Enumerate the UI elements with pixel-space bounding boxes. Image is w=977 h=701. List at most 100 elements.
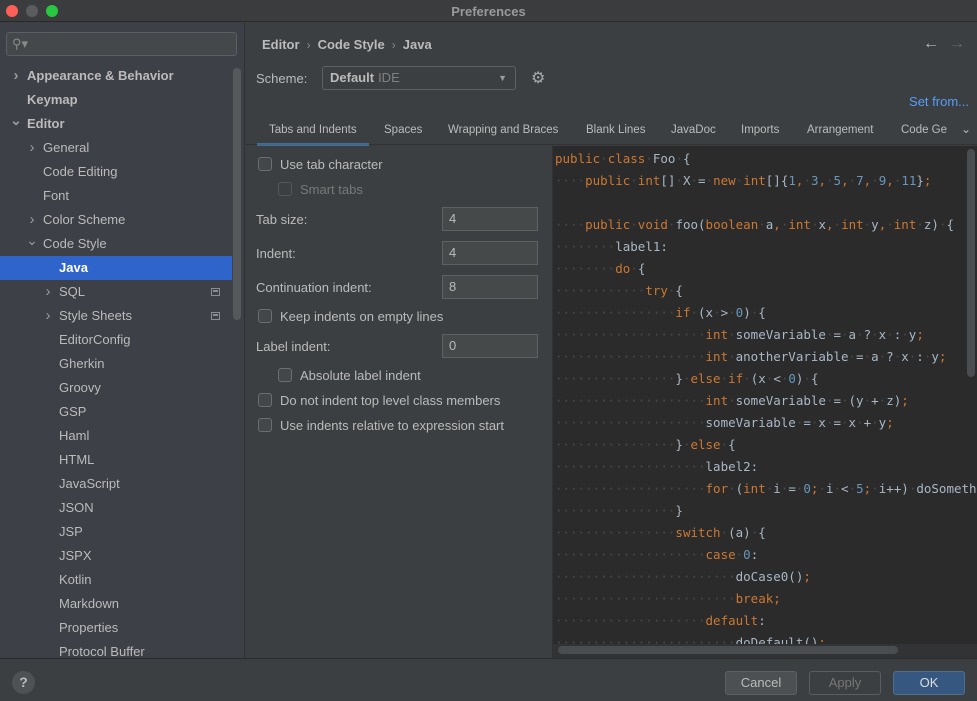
whitespace-dot: ·: [826, 173, 834, 188]
code-text: :: [750, 547, 759, 562]
sidebar-item-editor[interactable]: ⌄ Editor: [0, 112, 232, 136]
sidebar-item-font[interactable]: Font: [0, 184, 232, 208]
tab-size-label: Tab size:: [256, 212, 308, 227]
sidebar-item-style-sheets[interactable]: › Style Sheets: [0, 304, 232, 328]
continuation-indent-field[interactable]: 8: [442, 275, 538, 299]
whitespace-dot: ·: [916, 217, 924, 232]
whitespace-dot: ·: [803, 173, 811, 188]
forward-arrow-icon[interactable]: →: [949, 35, 965, 52]
chevron-down-icon[interactable]: ⌄: [961, 122, 971, 136]
apply-button[interactable]: Apply: [809, 671, 881, 695]
tab-code-ge[interactable]: Code Ge: [901, 124, 947, 136]
whitespace-dots: ················: [555, 371, 676, 386]
chevron-right-icon[interactable]: ›: [10, 64, 22, 88]
chevron-right-icon[interactable]: ›: [26, 136, 38, 160]
whitespace-dot: ·: [841, 327, 849, 342]
sidebar-scrollbar[interactable]: [233, 68, 241, 320]
no-indent-top-level-checkbox[interactable]: Do not indent top level class members: [258, 393, 500, 408]
code-line: ················}·else·if·(x·<·0)·{: [555, 368, 977, 390]
code-preview-text: public·class·Foo·{····public·int[]·X·=·n…: [555, 148, 977, 654]
code-keyword: ,: [841, 173, 849, 188]
project-scheme-icon: [211, 288, 220, 296]
whitespace-dot: ·: [758, 217, 766, 232]
scheme-dropdown[interactable]: Default IDE ▼: [322, 66, 516, 90]
sidebar-item-markdown[interactable]: Markdown: [0, 592, 232, 616]
sidebar-item-properties[interactable]: Properties: [0, 616, 232, 640]
sidebar-item-jsp[interactable]: JSP: [0, 520, 232, 544]
tab-tabs-and-indents[interactable]: Tabs and Indents: [257, 124, 369, 146]
chevron-down-icon[interactable]: ⌄: [26, 228, 38, 252]
sidebar-item-code-editing[interactable]: Code Editing: [0, 160, 232, 184]
keep-indents-empty-checkbox[interactable]: Keep indents on empty lines: [258, 309, 443, 324]
chevron-right-icon[interactable]: ›: [42, 280, 54, 304]
tab-imports[interactable]: Imports: [741, 124, 779, 136]
sidebar-item-label: HTML: [59, 452, 95, 467]
tab-spaces[interactable]: Spaces: [384, 124, 422, 136]
sidebar-item-sql[interactable]: › SQL: [0, 280, 232, 304]
sidebar-item-label: General: [43, 140, 90, 155]
code-line: ····················int·anotherVariable·…: [555, 346, 977, 368]
sidebar-item-label: Protocol Buffer: [59, 644, 145, 658]
checkbox-box[interactable]: [258, 157, 272, 171]
tab-size-field[interactable]: 4: [442, 207, 538, 231]
checkbox-box[interactable]: [258, 309, 272, 323]
tab-arrangement[interactable]: Arrangement: [807, 124, 873, 136]
code-number: 5: [833, 173, 842, 188]
ok-button[interactable]: OK: [893, 671, 965, 695]
checkbox-box[interactable]: [258, 418, 272, 432]
indents-relative-expr-checkbox[interactable]: Use indents relative to expression start: [258, 418, 504, 433]
tab-wrapping-and-braces[interactable]: Wrapping and Braces: [448, 124, 558, 136]
sidebar-item-code-style[interactable]: ⌄ Code Style: [0, 232, 232, 256]
sidebar-item-kotlin[interactable]: Kotlin: [0, 568, 232, 592]
tab-blank-lines[interactable]: Blank Lines: [586, 124, 645, 136]
checkbox-box: [278, 182, 292, 196]
checkbox-box[interactable]: [278, 368, 292, 382]
title-bar: Preferences: [0, 0, 977, 22]
sidebar-item-json[interactable]: JSON: [0, 496, 232, 520]
sidebar-item-keymap[interactable]: Keymap: [0, 88, 232, 112]
sidebar-item-gsp[interactable]: GSP: [0, 400, 232, 424]
set-from-link[interactable]: Set from...: [909, 94, 969, 109]
indent-field[interactable]: 4: [442, 241, 538, 265]
breadcrumb-item[interactable]: Editor: [262, 37, 300, 52]
sidebar-item-gherkin[interactable]: Gherkin: [0, 352, 232, 376]
code-text: }: [916, 173, 924, 188]
sidebar-item-protocol-buffer[interactable]: Protocol Buffer: [0, 640, 232, 658]
code-text: []: [660, 173, 676, 188]
code-line: ····················for·(int·i·=·0;·i·<·…: [555, 478, 977, 500]
code-line: ····················int·someVariable·=·a…: [555, 324, 977, 346]
checkbox-box[interactable]: [258, 393, 272, 407]
settings-search-input[interactable]: ⚲▾: [6, 32, 237, 56]
sidebar-item-appearance-behavior[interactable]: › Appearance & Behavior: [0, 64, 232, 88]
whitespace-dots: ················: [555, 503, 676, 518]
preview-vertical-scrollbar[interactable]: [967, 149, 975, 377]
code-text: doSomething(i): [916, 481, 977, 496]
whitespace-dots: ························: [555, 569, 736, 584]
sidebar-item-haml[interactable]: Haml: [0, 424, 232, 448]
cancel-button[interactable]: Cancel: [725, 671, 797, 695]
back-arrow-icon[interactable]: ←: [923, 35, 939, 52]
breadcrumb-item[interactable]: Code Style: [318, 37, 385, 52]
tab-javadoc[interactable]: JavaDoc: [671, 124, 716, 136]
help-button[interactable]: ?: [12, 671, 35, 694]
sidebar-item-groovy[interactable]: Groovy: [0, 376, 232, 400]
chevron-down-icon[interactable]: ⌄: [10, 108, 22, 132]
use-tab-character-checkbox[interactable]: Use tab character: [258, 157, 383, 172]
chevron-right-icon[interactable]: ›: [42, 304, 54, 328]
sidebar-item-javascript[interactable]: JavaScript: [0, 472, 232, 496]
label-indent-field[interactable]: 0: [442, 334, 538, 358]
sidebar-item-java[interactable]: Java: [0, 256, 232, 280]
sidebar-item-general[interactable]: › General: [0, 136, 232, 160]
preview-horizontal-scrollbar[interactable]: [558, 646, 898, 654]
code-text: x: [818, 217, 826, 232]
gear-icon[interactable]: ⚙: [531, 68, 545, 88]
absolute-label-indent-checkbox[interactable]: Absolute label indent: [278, 368, 421, 383]
whitespace-dots: ························: [555, 591, 736, 606]
sidebar-item-html[interactable]: HTML: [0, 448, 232, 472]
code-line: ············try·{: [555, 280, 977, 302]
sidebar-item-jspx[interactable]: JSPX: [0, 544, 232, 568]
code-keyword: int: [705, 393, 729, 408]
whitespace-dot: ·: [833, 217, 842, 232]
sidebar-item-editorconfig[interactable]: EditorConfig: [0, 328, 232, 352]
